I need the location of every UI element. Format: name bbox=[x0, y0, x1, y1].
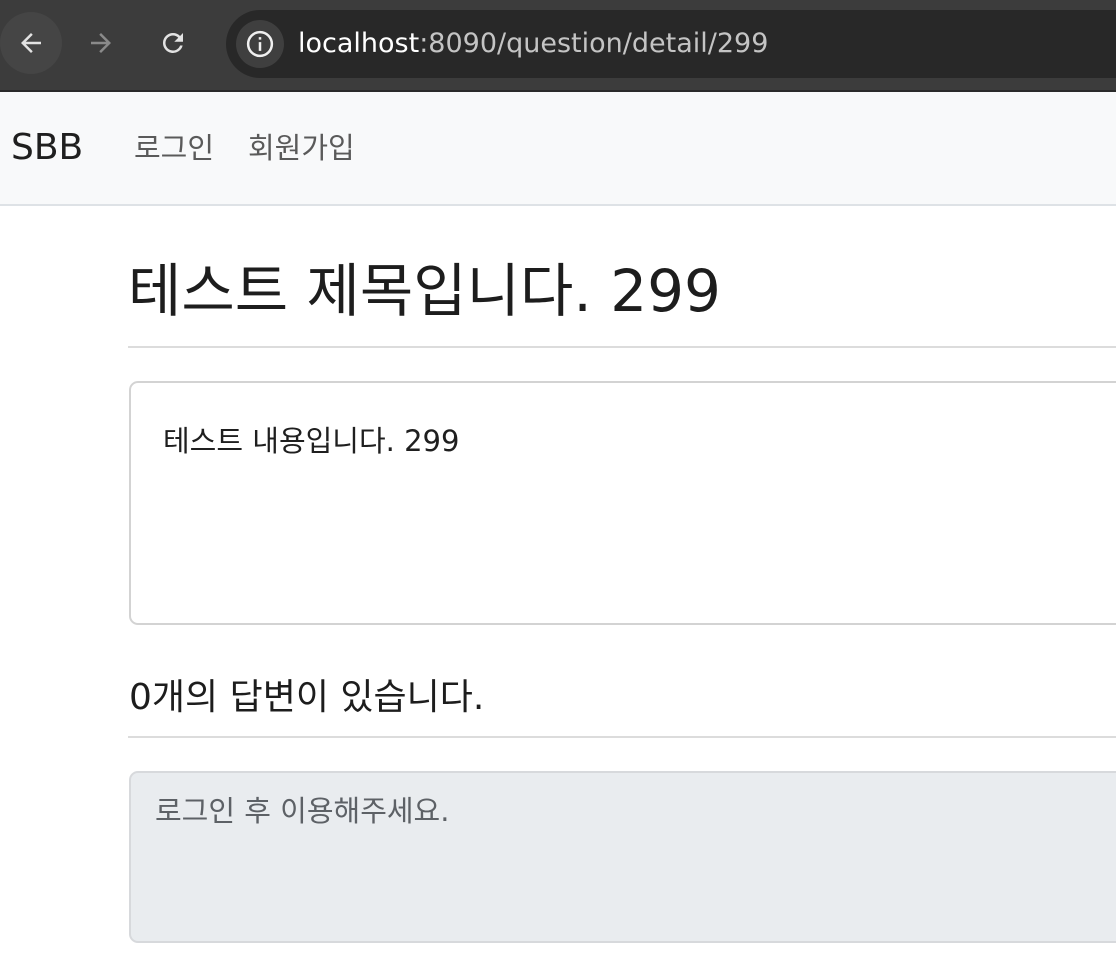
back-button[interactable] bbox=[0, 12, 62, 74]
reload-button[interactable] bbox=[142, 12, 204, 74]
reload-icon bbox=[162, 32, 183, 53]
address-bar[interactable]: localhost:8090/question/detail/299 bbox=[226, 10, 1116, 78]
browser-toolbar: localhost:8090/question/detail/299 bbox=[0, 0, 1116, 92]
answer-textarea[interactable] bbox=[129, 771, 1116, 943]
question-subject: 테스트 제목입니다. 299 bbox=[128, 257, 721, 325]
answer-count-heading: 0개의 답변이 있습니다. bbox=[129, 677, 485, 718]
url-host: localhost bbox=[298, 28, 420, 59]
arrow-right-icon bbox=[91, 33, 111, 53]
brand-link[interactable]: SBB bbox=[11, 126, 83, 170]
url-text[interactable]: localhost:8090/question/detail/299 bbox=[298, 26, 768, 62]
question-content: 테스트 내용입니다. 299 bbox=[163, 424, 460, 458]
divider bbox=[128, 736, 1116, 738]
info-icon bbox=[246, 30, 274, 58]
url-path: :8090/question/detail/299 bbox=[419, 28, 769, 59]
signup-link[interactable]: 회원가입 bbox=[248, 130, 355, 166]
login-link[interactable]: 로그인 bbox=[134, 130, 214, 166]
site-info-button[interactable] bbox=[236, 20, 284, 68]
divider bbox=[128, 346, 1116, 348]
question-card: 테스트 내용입니다. 299 bbox=[129, 381, 1116, 625]
site-navbar: SBB 로그인 회원가입 bbox=[0, 92, 1116, 206]
arrow-left-icon bbox=[21, 33, 41, 53]
forward-button[interactable] bbox=[70, 12, 132, 74]
